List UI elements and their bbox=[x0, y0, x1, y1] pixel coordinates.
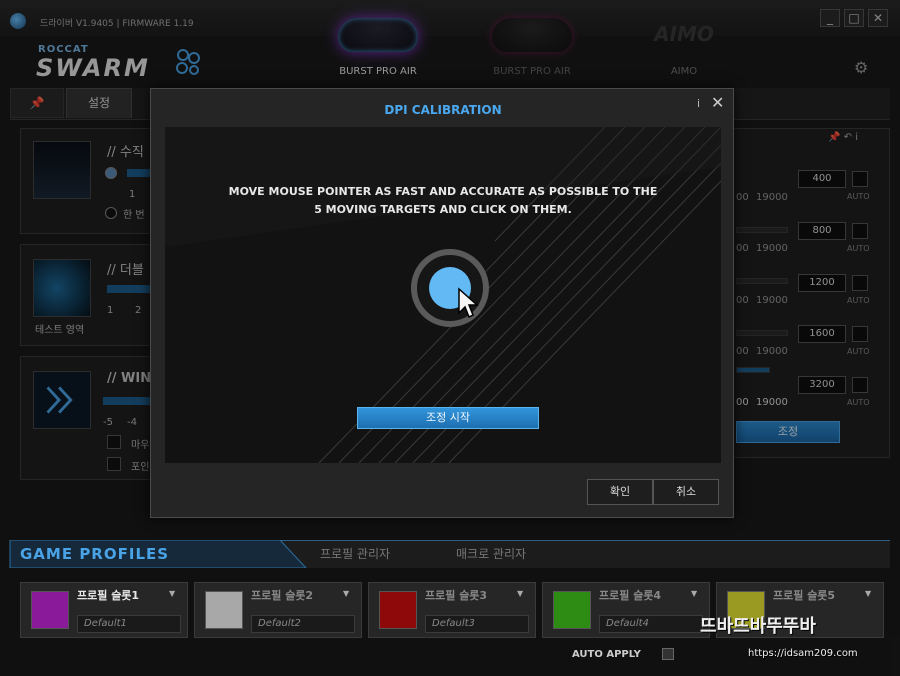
chevron-down-icon[interactable]: ▼ bbox=[169, 589, 175, 598]
calibration-area[interactable]: MOVE MOUSE POINTER AS FAST AND ACCURATE … bbox=[165, 127, 721, 463]
profile-color-swatch bbox=[31, 591, 69, 629]
chevron-down-icon[interactable]: ▼ bbox=[691, 589, 697, 598]
profile-default-field[interactable]: Default3 bbox=[425, 615, 529, 633]
cancel-button[interactable]: 취소 bbox=[653, 479, 719, 505]
tab-profile-manager[interactable]: 프로필 관리자 bbox=[320, 545, 390, 562]
profile-color-swatch bbox=[205, 591, 243, 629]
profile-default-field[interactable]: Default2 bbox=[251, 615, 355, 633]
profile-slot-name: 프로필 슬롯3 bbox=[425, 589, 488, 602]
profile-slot-name: 프로필 슬롯2 bbox=[251, 589, 314, 602]
dpi-calibration-dialog: DPI CALIBRATION i ✕ MOVE MOUSE POINTER A… bbox=[150, 88, 734, 518]
chevron-down-icon[interactable]: ▼ bbox=[343, 589, 349, 598]
auto-apply-checkbox[interactable] bbox=[662, 648, 674, 660]
info-icon[interactable]: i bbox=[697, 97, 700, 110]
game-profiles-title: GAME PROFILES bbox=[20, 545, 170, 563]
profile-slot-4[interactable]: 프로필 슬롯4 ▼ Default4 bbox=[542, 582, 710, 638]
profile-slot-name: 프로필 슬롯5 bbox=[773, 589, 836, 602]
close-icon[interactable]: ✕ bbox=[711, 93, 724, 112]
profile-default-field[interactable]: Default4 bbox=[599, 615, 703, 633]
profile-default-field[interactable]: Default1 bbox=[77, 615, 181, 633]
profile-slot-2[interactable]: 프로필 슬롯2 ▼ Default2 bbox=[194, 582, 362, 638]
profile-color-swatch bbox=[379, 591, 417, 629]
watermark-text: 뜨바뜨바뚜뚜바 bbox=[700, 616, 816, 637]
profile-slot-name: 프로필 슬롯4 bbox=[599, 589, 662, 602]
chevron-down-icon[interactable]: ▼ bbox=[865, 589, 871, 598]
dialog-title: DPI CALIBRATION bbox=[384, 103, 502, 117]
watermark-url: https://idsam209.com bbox=[748, 648, 858, 659]
cursor-icon bbox=[458, 287, 479, 319]
ok-button[interactable]: 확인 bbox=[587, 479, 653, 505]
chevron-down-icon[interactable]: ▼ bbox=[517, 589, 523, 598]
start-calibration-button[interactable]: 조정 시작 bbox=[357, 407, 539, 429]
profile-slot-name: 프로필 슬롯1 bbox=[77, 589, 140, 602]
profile-color-swatch bbox=[553, 591, 591, 629]
auto-apply-label: AUTO APPLY bbox=[572, 649, 641, 660]
tab-macro-manager[interactable]: 매크로 관리자 bbox=[456, 545, 526, 562]
profile-slot-3[interactable]: 프로필 슬롯3 ▼ Default3 bbox=[368, 582, 536, 638]
instruction-text: MOVE MOUSE POINTER AS FAST AND ACCURATE … bbox=[228, 185, 658, 216]
profile-slot-1[interactable]: 프로필 슬롯1 ▼ Default1 bbox=[20, 582, 188, 638]
